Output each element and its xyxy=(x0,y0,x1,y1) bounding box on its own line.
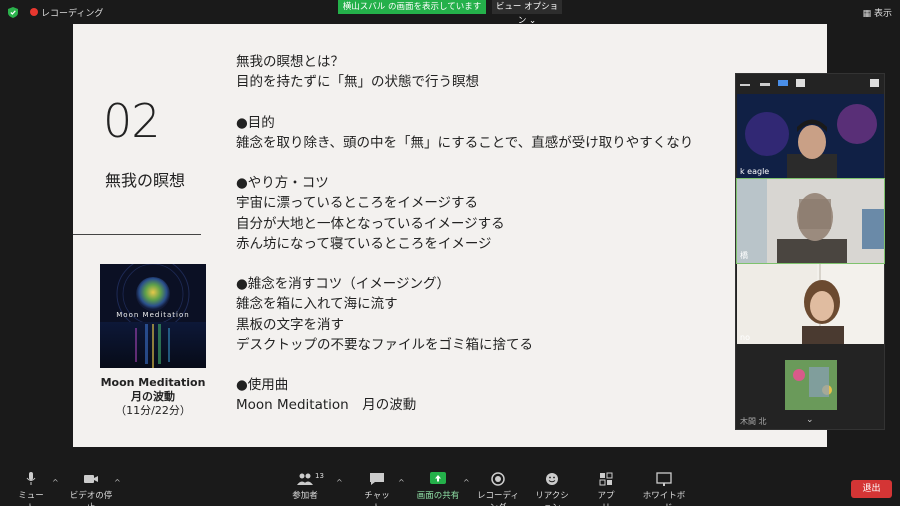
strip-view-icon[interactable] xyxy=(760,83,770,86)
stop-video-button[interactable]: ビデオの停止 xyxy=(66,472,116,506)
popout-icon[interactable] xyxy=(870,79,879,87)
chevron-up-icon[interactable]: ^ xyxy=(114,478,121,487)
recording-label: レコーディング xyxy=(41,9,104,19)
album-title: Moon Meditation xyxy=(116,311,190,319)
caption-song-title: Moon Meditation xyxy=(100,376,206,389)
share-screen-label: 画面の共有 xyxy=(416,491,460,501)
whiteboard-button[interactable]: ホワイトボード xyxy=(640,472,688,506)
video-panel-toolbar xyxy=(736,74,884,94)
speaker-view-icon[interactable] xyxy=(778,80,788,86)
stop-video-label: ビデオの停止 xyxy=(69,491,113,506)
chat-button[interactable]: チャット xyxy=(362,472,392,506)
apps-label: アプリ xyxy=(597,491,615,506)
participant-video xyxy=(737,179,884,263)
microphone-icon xyxy=(26,472,36,485)
share-screen-button[interactable]: 画面の共有 xyxy=(416,472,460,501)
chevron-up-icon[interactable]: ^ xyxy=(398,478,405,487)
mute-label: ミュート xyxy=(18,491,44,506)
participant-name: k eagle xyxy=(740,167,770,176)
record-icon xyxy=(491,472,505,486)
reactions-label: リアクション xyxy=(535,491,569,506)
view-button-label: 表示 xyxy=(873,9,892,19)
participant-name: 木間 北 xyxy=(740,417,767,426)
slide-number: 02 xyxy=(103,94,161,148)
participants-video-panel: k eagle 橋 no 木間 北 ⌄ xyxy=(735,73,885,430)
video-tile[interactable]: 橋 xyxy=(736,178,885,264)
participant-name: 橋 xyxy=(740,251,748,260)
album-caption: Moon Meditation 月の波動 （11分/22分） xyxy=(93,376,213,418)
mute-button[interactable]: ミュート xyxy=(16,472,46,506)
shared-slide: 02 無我の瞑想 Moon Meditation Moon Meditation… xyxy=(73,24,827,447)
chat-icon xyxy=(370,473,384,485)
recording-dot-icon xyxy=(30,8,38,16)
chevron-up-icon[interactable]: ^ xyxy=(463,478,470,487)
video-tile[interactable]: no xyxy=(737,264,884,344)
participants-label: 参加者 xyxy=(292,491,318,501)
reactions-button[interactable]: リアクション xyxy=(532,472,572,506)
divider xyxy=(73,234,201,235)
slide-text-line: 無我の瞑想とは？ xyxy=(236,54,344,70)
chevron-down-icon[interactable]: ⌄ xyxy=(806,415,814,425)
view-button[interactable]: ▦ 表示 xyxy=(863,6,892,19)
slide-title: 無我の瞑想 xyxy=(105,171,186,190)
whiteboard-label: ホワイトボード xyxy=(642,491,686,506)
participant-name: no xyxy=(740,333,750,342)
view-options-button[interactable]: ビュー オプション ⌄ xyxy=(492,0,562,26)
chevron-up-icon[interactable]: ^ xyxy=(336,478,343,487)
chevron-up-icon[interactable]: ^ xyxy=(52,478,59,487)
participant-video xyxy=(737,94,884,178)
leave-button[interactable]: 退出 xyxy=(851,480,892,498)
record-button[interactable]: レコーディング xyxy=(474,472,522,506)
top-bar: レコーディング 横山スバル の画面を表示しています ビュー オプション ⌄ ▦ … xyxy=(0,0,900,26)
screen-share-banner: 横山スバル の画面を表示しています xyxy=(338,0,486,14)
grid-icon: ▦ xyxy=(862,9,872,19)
caption-duration: （11分/22分） xyxy=(115,404,191,417)
album-cover-image: Moon Meditation xyxy=(100,264,206,368)
security-shield-icon[interactable] xyxy=(8,7,18,18)
apps-icon xyxy=(599,472,613,486)
participants-count: 13 xyxy=(315,472,324,480)
meeting-toolbar: ミュート ^ ビデオの停止 ^ 参加者 13 ^ チャット ^ 画面の共有 ^ … xyxy=(0,468,900,506)
apps-button[interactable]: アプリ xyxy=(594,472,618,506)
record-label: レコーディング xyxy=(477,491,519,506)
minimize-icon[interactable] xyxy=(740,84,750,86)
zoom-window: レコーディング 横山スバル の画面を表示しています ビュー オプション ⌄ ▦ … xyxy=(0,0,900,506)
chat-label: チャット xyxy=(364,491,390,506)
caption-japanese-title: 月の波動 xyxy=(131,390,175,403)
whiteboard-icon xyxy=(656,472,672,486)
video-tile[interactable]: k eagle xyxy=(737,94,884,178)
participants-icon xyxy=(297,473,313,485)
participant-video xyxy=(737,264,884,344)
video-camera-icon xyxy=(84,475,98,483)
smiley-icon xyxy=(546,473,558,485)
gallery-view-icon[interactable] xyxy=(796,79,805,87)
share-screen-icon xyxy=(430,472,446,484)
